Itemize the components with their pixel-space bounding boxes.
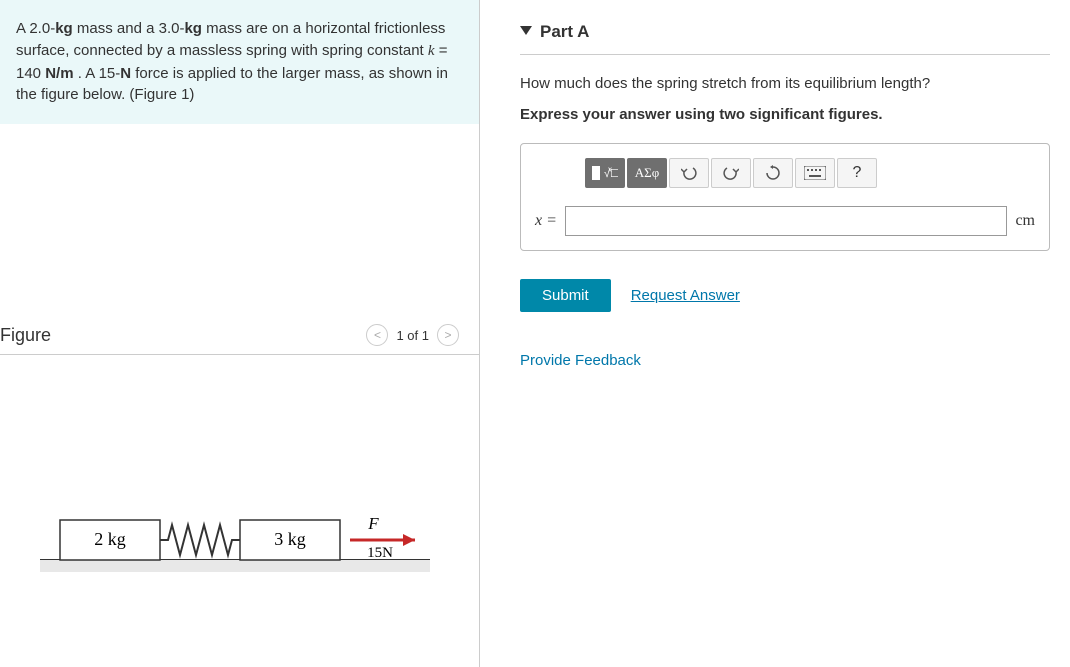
variable-label: x = [535,212,557,230]
svg-text:15N: 15N [367,545,393,561]
figure-nav-label: 1 of 1 [396,328,429,343]
svg-text:3 kg: 3 kg [274,529,306,549]
svg-text:2 kg: 2 kg [94,529,126,549]
figure-nav: < 1 of 1 > [366,324,459,346]
unit-label: cm [1015,212,1035,230]
keyboard-icon [804,166,826,180]
question-text: How much does the spring stretch from it… [520,75,1050,92]
instruction-text: Express your answer using two significan… [520,106,1050,123]
svg-text:F⃗: F⃗ [367,514,392,533]
collapse-icon [520,26,532,38]
figure-prev-button[interactable]: < [366,324,388,346]
submit-button[interactable]: Submit [520,279,611,312]
redo-icon [723,166,739,180]
figure-diagram: 2 kg 3 kg F⃗ 15N [0,355,479,608]
figure-next-button[interactable]: > [437,324,459,346]
request-answer-link[interactable]: Request Answer [631,287,740,304]
templates-button[interactable]: x√☐ [585,158,625,188]
answer-box: x√☐ ΑΣφ ? x = cm [520,143,1050,251]
provide-feedback-link[interactable]: Provide Feedback [520,352,1050,369]
part-title: Part A [540,22,589,42]
reset-icon [765,165,781,181]
help-button[interactable]: ? [837,158,877,188]
reset-button[interactable] [753,158,793,188]
greek-button[interactable]: ΑΣφ [627,158,667,188]
problem-statement: A 2.0-kg mass and a 3.0-kg mass are on a… [0,0,479,124]
redo-button[interactable] [711,158,751,188]
figure-title: Figure [0,325,51,346]
part-header[interactable]: Part A [520,0,1050,55]
undo-button[interactable] [669,158,709,188]
undo-icon [681,166,697,180]
answer-input[interactable] [565,206,1008,236]
svg-text:√☐: √☐ [604,168,618,180]
keyboard-button[interactable] [795,158,835,188]
